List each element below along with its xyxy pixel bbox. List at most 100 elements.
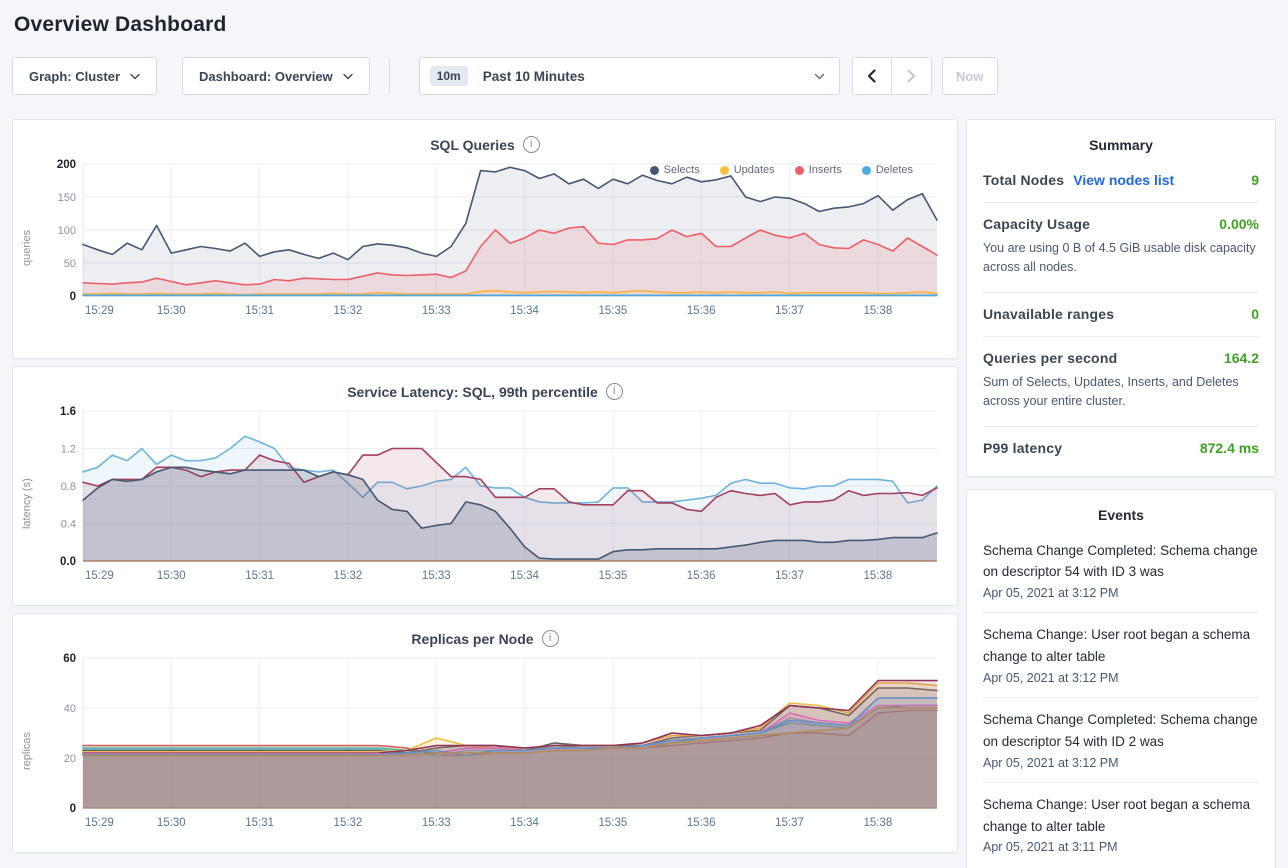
x-tick-label: 15:33 — [422, 817, 451, 829]
overview-dashboard-page: Overview Dashboard Graph: Cluster Dashbo… — [0, 0, 1288, 868]
time-range-selector[interactable]: 10m Past 10 Minutes — [419, 57, 840, 95]
dashboard-dropdown-label: Dashboard: Overview — [199, 69, 333, 84]
x-tick-label: 15:35 — [598, 570, 627, 582]
chevron-down-icon — [343, 73, 353, 80]
y-tick-label: 60 — [63, 653, 76, 665]
info-icon[interactable]: i — [542, 630, 559, 647]
summary-row-total-nodes: Total Nodes View nodes list 9 — [983, 159, 1259, 203]
x-tick-label: 15:29 — [85, 305, 114, 317]
y-tick-label: 1.6 — [60, 406, 76, 418]
event-item: Schema Change Completed: Schema change o… — [983, 698, 1259, 783]
legend-item-updates[interactable]: Updates — [720, 164, 775, 176]
x-tick-label: 15:35 — [598, 305, 627, 317]
graph-dropdown[interactable]: Graph: Cluster — [12, 57, 157, 95]
y-tick-label: 0 — [70, 803, 76, 815]
time-range-badge: 10m — [430, 66, 468, 86]
legend-dot-icon — [650, 166, 659, 175]
sql-queries-plot: 15:2915:3015:3115:3215:3315:3415:3515:36… — [37, 154, 949, 322]
chevron-right-icon — [907, 69, 916, 83]
summary-subtext: You are using 0 B of 4.5 GiB usable disk… — [983, 239, 1259, 278]
legend-label: Deletes — [876, 164, 913, 176]
summary-label: Total Nodes — [983, 172, 1064, 188]
x-tick-label: 15:30 — [157, 305, 186, 317]
event-text: Schema Change Completed: Schema change o… — [983, 540, 1259, 584]
chart-title: SQL Queries — [430, 137, 515, 153]
event-timestamp: Apr 05, 2021 at 3:12 PM — [983, 756, 1259, 770]
legend-item-deletes[interactable]: Deletes — [862, 164, 913, 176]
chart-sql-queries: SQL Queries i Selects Updates Inserts Delet… — [12, 119, 958, 359]
page-title: Overview Dashboard — [12, 0, 1276, 37]
legend-item-inserts[interactable]: Inserts — [795, 164, 842, 176]
info-icon[interactable]: i — [523, 136, 540, 153]
range-step-buttons — [852, 57, 932, 95]
chart-legend: Selects Updates Inserts Deletes — [650, 164, 913, 176]
y-tick-label: 0.4 — [61, 519, 76, 531]
summary-row-queries-per-second: Queries per second 164.2 Sum of Selects,… — [983, 337, 1259, 427]
x-tick-label: 15:37 — [775, 305, 804, 317]
view-nodes-list-link[interactable]: View nodes list — [1073, 172, 1174, 188]
events-title: Events — [983, 490, 1259, 529]
chart-title: Replicas per Node — [411, 631, 533, 647]
summary-value: 872.4 ms — [1200, 440, 1259, 456]
event-timestamp: Apr 05, 2021 at 3:11 PM — [983, 840, 1259, 854]
x-tick-label: 15:29 — [85, 817, 114, 829]
y-tick-label: 150 — [58, 192, 76, 204]
x-tick-label: 15:38 — [863, 570, 892, 582]
event-text: Schema Change: User root began a schema … — [983, 794, 1259, 838]
y-tick-label: 0.8 — [61, 481, 76, 493]
event-text: Schema Change: User root began a schema … — [983, 624, 1259, 668]
chevron-down-icon — [130, 73, 140, 80]
legend-item-selects[interactable]: Selects — [650, 164, 700, 176]
y-axis-label: replicas — [21, 648, 37, 834]
x-tick-label: 15:34 — [510, 305, 539, 317]
summary-title: Summary — [983, 120, 1259, 159]
graph-dropdown-label: Graph: Cluster — [29, 69, 120, 84]
event-text: Schema Change Completed: Schema change o… — [983, 709, 1259, 753]
info-icon[interactable]: i — [606, 383, 623, 400]
prev-range-button[interactable] — [852, 57, 892, 95]
events-panel: Events Schema Change Completed: Schema c… — [966, 489, 1276, 868]
time-range-label: Past 10 Minutes — [483, 69, 585, 84]
legend-dot-icon — [720, 166, 729, 175]
toolbar-divider — [389, 58, 390, 94]
event-item: Schema Change: User root began a schema … — [983, 783, 1259, 867]
summary-label: Capacity Usage — [983, 216, 1090, 232]
summary-subtext: Sum of Selects, Updates, Inserts, and De… — [983, 373, 1259, 412]
y-tick-label: 40 — [64, 703, 76, 715]
legend-label: Updates — [734, 164, 775, 176]
x-tick-label: 15:34 — [510, 817, 539, 829]
dashboard-dropdown[interactable]: Dashboard: Overview — [182, 57, 370, 95]
chart-title: Service Latency: SQL, 99th percentile — [347, 384, 598, 400]
legend-label: Selects — [664, 164, 700, 176]
x-tick-label: 15:32 — [334, 570, 363, 582]
x-tick-label: 15:36 — [687, 570, 716, 582]
legend-dot-icon — [795, 166, 804, 175]
y-axis-label: queries — [21, 154, 37, 322]
summary-row-p99-latency: P99 latency 872.4 ms — [983, 427, 1259, 470]
x-tick-label: 15:38 — [863, 817, 892, 829]
x-tick-label: 15:32 — [334, 817, 363, 829]
y-tick-label: 20 — [64, 753, 76, 765]
sidebar: Summary Total Nodes View nodes list 9 Ca… — [966, 119, 1276, 868]
y-axis-label: latency (s) — [21, 401, 37, 587]
x-tick-label: 15:32 — [334, 305, 363, 317]
charts-column: SQL Queries i Selects Updates Inserts Delet… — [12, 119, 958, 868]
event-timestamp: Apr 05, 2021 at 3:12 PM — [983, 586, 1259, 600]
x-tick-label: 15:36 — [687, 817, 716, 829]
summary-label: Queries per second — [983, 350, 1117, 366]
y-tick-label: 1.2 — [61, 444, 76, 456]
chart-replicas-per-node: Replicas per Node i replicas 15:2915:301… — [12, 613, 958, 853]
replicas-plot: 15:2915:3015:3115:3215:3315:3415:3515:36… — [37, 648, 949, 834]
event-item: Schema Change Completed: Schema change o… — [983, 529, 1259, 614]
legend-label: Inserts — [809, 164, 842, 176]
chevron-down-icon — [814, 73, 825, 80]
summary-value: 164.2 — [1224, 350, 1259, 366]
y-tick-label: 200 — [57, 159, 76, 171]
x-tick-label: 15:33 — [422, 305, 451, 317]
chevron-left-icon — [867, 69, 876, 83]
next-range-button[interactable] — [892, 57, 932, 95]
x-tick-label: 15:37 — [775, 817, 804, 829]
y-tick-label: 50 — [64, 258, 76, 270]
now-button[interactable]: Now — [942, 57, 998, 95]
summary-label: Unavailable ranges — [983, 306, 1114, 322]
